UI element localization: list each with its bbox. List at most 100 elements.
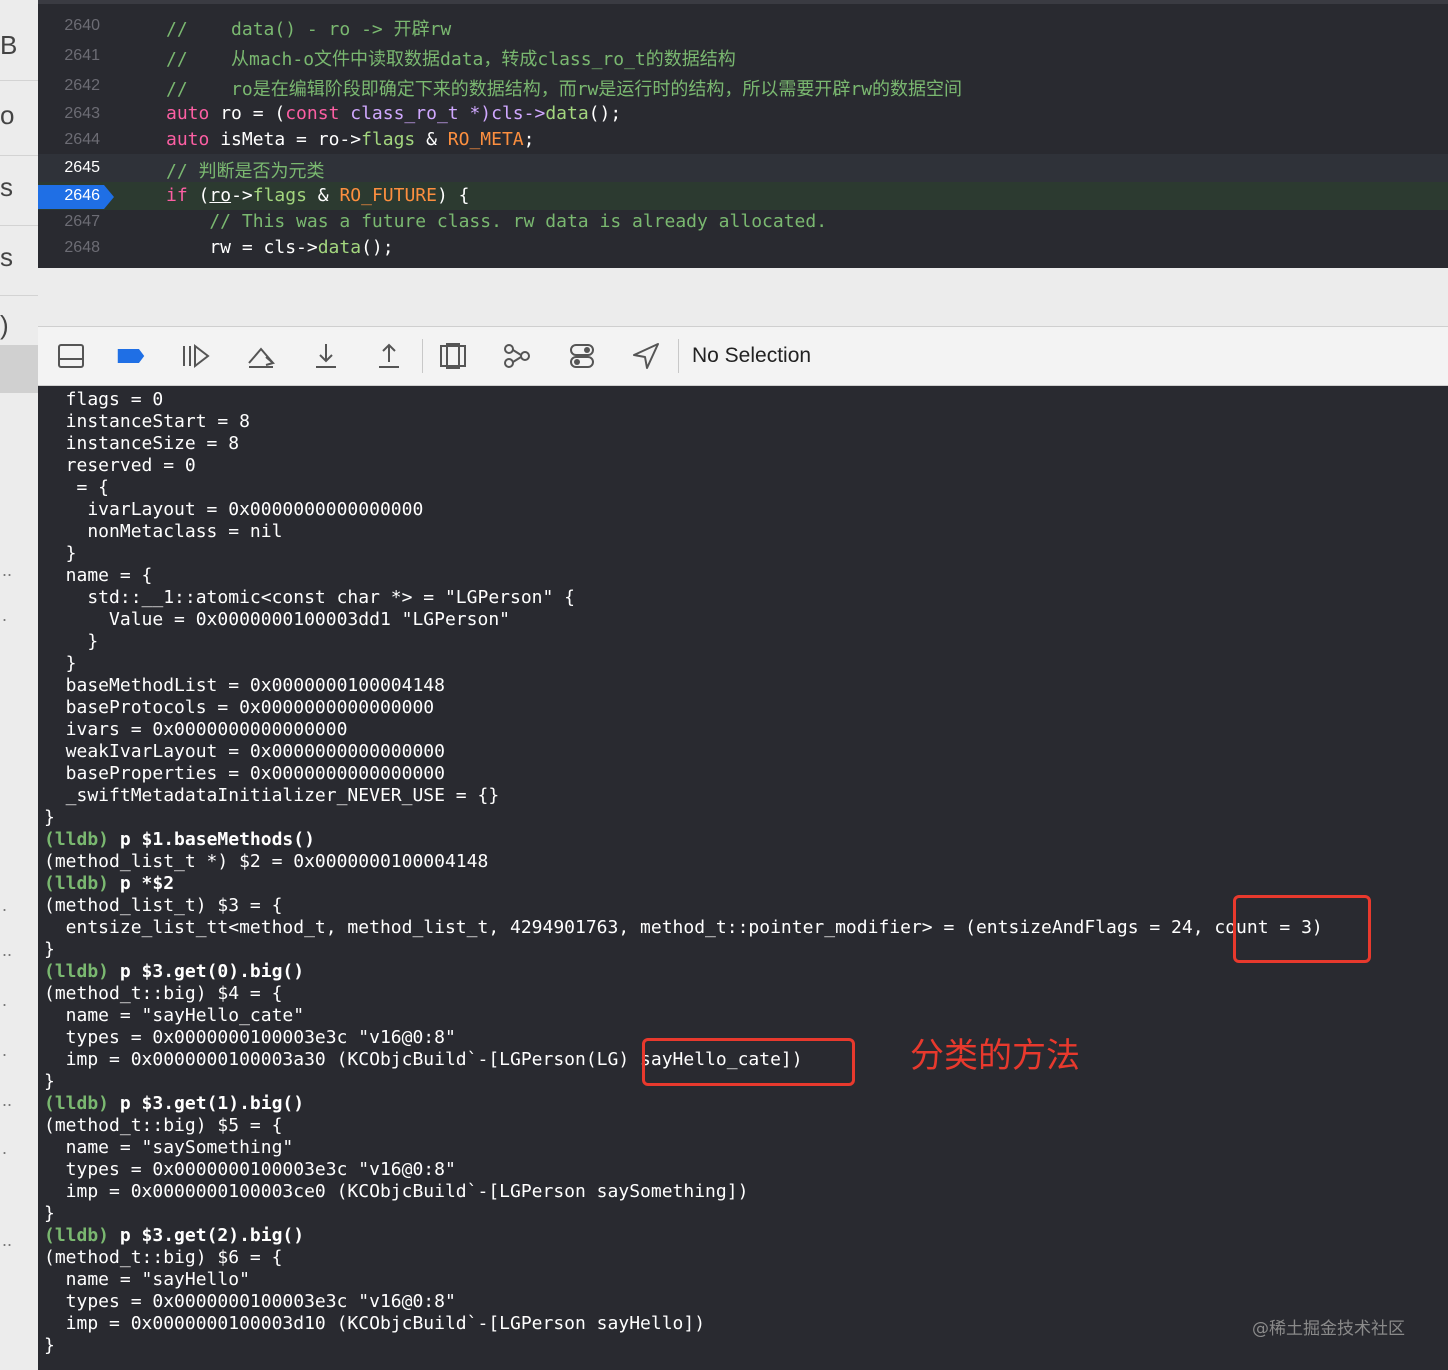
console-line: } (44, 1071, 55, 1092)
code-line[interactable]: 2640 // data() - ro -> 开辟rw (38, 12, 1448, 40)
navigator-row[interactable]: . (2, 990, 7, 1011)
console-line: weakIvarLayout = 0x0000000000000000 (44, 741, 445, 762)
line-number: 2642 (64, 77, 100, 94)
code-text: if (ro->flags & RO_FUTURE) { (166, 185, 470, 206)
code-plain: ) { (437, 185, 470, 206)
code-type: class_ro_t *)cls-> (339, 103, 546, 124)
line-number: 2644 (64, 131, 100, 148)
highlight-box-count (1233, 895, 1371, 963)
divider (0, 80, 38, 81)
code-function: data (545, 103, 589, 124)
code-plain: (); (588, 103, 622, 124)
code-plain: rw = cls-> (166, 237, 318, 258)
highlight-box-category-method (642, 1038, 855, 1086)
code-function: flags (252, 185, 307, 206)
console-line: nonMetaclass = nil (44, 521, 283, 542)
step-out-icon[interactable] (374, 341, 404, 371)
annotation-category-method: 分类的方法 (910, 1036, 1080, 1076)
code-macro: RO_META (447, 129, 524, 150)
code-line-current[interactable]: 2645 // 判断是否为元类 (38, 154, 1448, 182)
navigator-row[interactable]: s (0, 172, 13, 203)
console-command-line: (lldb) p $1.baseMethods() (44, 829, 315, 851)
code-plain: ro (209, 185, 232, 206)
console-line: flags = 0 (44, 389, 164, 410)
code-line[interactable]: 2641 // 从mach-o文件中读取数据data，转成class_ro_t的… (38, 42, 1448, 70)
navigator-row[interactable]: . (2, 895, 7, 916)
simulate-location-icon[interactable] (631, 341, 661, 371)
console-line: imp = 0x0000000100003ce0 (KCObjcBuild`-[… (44, 1181, 749, 1202)
navigator-selected-row[interactable] (0, 345, 38, 393)
lldb-prompt: (lldb) (44, 1225, 110, 1246)
navigator-row[interactable]: . (2, 1040, 7, 1061)
code-plain: ; (523, 129, 535, 150)
source-editor[interactable]: 2640 // data() - ro -> 开辟rw 2641 // 从mac… (38, 0, 1448, 268)
console-command-line: (lldb) p $3.get(0).big() (44, 961, 304, 983)
watermark: @稀土掘金技术社区 (1252, 1319, 1405, 1339)
navigator-row[interactable]: .. (2, 940, 12, 961)
console-line: } (44, 653, 77, 674)
navigator-row[interactable]: ) (0, 310, 9, 341)
view-hierarchy-icon[interactable] (438, 341, 468, 371)
code-plain: ro = ( (209, 103, 286, 124)
navigator-row[interactable]: .. (2, 560, 12, 581)
console-line: } (44, 543, 77, 564)
line-number: 2648 (64, 239, 100, 256)
code-plain: & (306, 185, 340, 206)
step-into-icon[interactable] (311, 341, 341, 371)
code-text: auto ro = (const class_ro_t *)cls->data(… (166, 103, 621, 124)
console-line: name = "saySomething" (44, 1137, 294, 1158)
lldb-command: p *$2 (109, 873, 175, 894)
code-keyword: if (166, 185, 188, 206)
divider (0, 155, 38, 156)
hide-console-icon[interactable] (56, 341, 86, 371)
divider (422, 339, 423, 373)
code-line-execution[interactable]: 2646 if (ro->flags & RO_FUTURE) { (38, 182, 1448, 210)
navigator-row[interactable]: . (2, 605, 7, 626)
code-plain: & (415, 129, 448, 150)
environment-overrides-icon[interactable] (567, 341, 597, 371)
navigator-row[interactable]: s (0, 242, 13, 273)
navigator-row[interactable]: .. (2, 1090, 12, 1111)
console-command-line: (lldb) p $3.get(1).big() (44, 1093, 304, 1115)
breakpoint-toggle-icon[interactable] (116, 341, 146, 371)
line-number: 2646 (64, 187, 100, 204)
line-number: 2645 (64, 159, 100, 176)
debug-console[interactable]: } imp = 0x0000000100003d10 (KCObjcBuild`… (38, 386, 1448, 1370)
breakpoint-marker[interactable]: 2646 (38, 185, 114, 209)
divider (0, 295, 38, 296)
code-line[interactable]: 2642 // ro是在编辑阶段即确定下来的数据结构，而rw是运行时的结构，所以… (38, 72, 1448, 100)
no-selection-label: No Selection (692, 344, 812, 367)
lldb-command: p $1.baseMethods() (109, 829, 315, 850)
step-over-icon[interactable] (246, 341, 276, 371)
line-number: 2641 (64, 47, 100, 64)
navigator-row[interactable]: . (2, 1138, 7, 1159)
memory-graph-icon[interactable] (502, 341, 532, 371)
code-plain: isMeta = ro-> (209, 129, 362, 150)
console-line: (method_list_t) $3 = { (44, 895, 283, 916)
console-line: types = 0x0000000100003e3c "v16@0:8" (44, 1027, 456, 1048)
console-line: } (44, 1203, 55, 1224)
console-line: _swiftMetadataInitializer_NEVER_USE = {} (44, 785, 500, 806)
navigator-strip: B o s s ) .. . . .. . . .. . .. (0, 0, 39, 1370)
console-line: instanceStart = 8 (44, 411, 250, 432)
line-number: 2640 (64, 17, 100, 34)
code-line[interactable]: 2647 // This was a future class. rw data… (38, 208, 1448, 236)
code-text: auto isMeta = ro->flags & RO_META; (166, 129, 534, 150)
console-line: baseMethodList = 0x0000000100004148 (44, 675, 445, 696)
console-line: types = 0x0000000100003e3c "v16@0:8" (44, 1159, 456, 1180)
navigator-row[interactable]: o (0, 100, 14, 131)
code-line[interactable]: 2643 auto ro = (const class_ro_t *)cls->… (38, 100, 1448, 128)
lldb-prompt: (lldb) (44, 829, 110, 850)
navigator-row[interactable]: B (0, 30, 17, 61)
line-number: 2647 (64, 213, 100, 230)
continue-icon[interactable] (180, 341, 210, 371)
code-plain: (); (361, 237, 394, 258)
code-line[interactable]: 2644 auto isMeta = ro->flags & RO_META; (38, 126, 1448, 154)
code-line[interactable]: 2648 rw = cls->data(); (38, 234, 1448, 262)
console-line: (method_t::big) $4 = { (44, 983, 283, 1004)
divider (0, 225, 38, 226)
navigator-row[interactable]: .. (2, 1230, 12, 1251)
console-line: } (44, 631, 99, 652)
code-keyword: auto (166, 103, 210, 124)
console-command-line: (lldb) p *$2 (44, 873, 174, 895)
